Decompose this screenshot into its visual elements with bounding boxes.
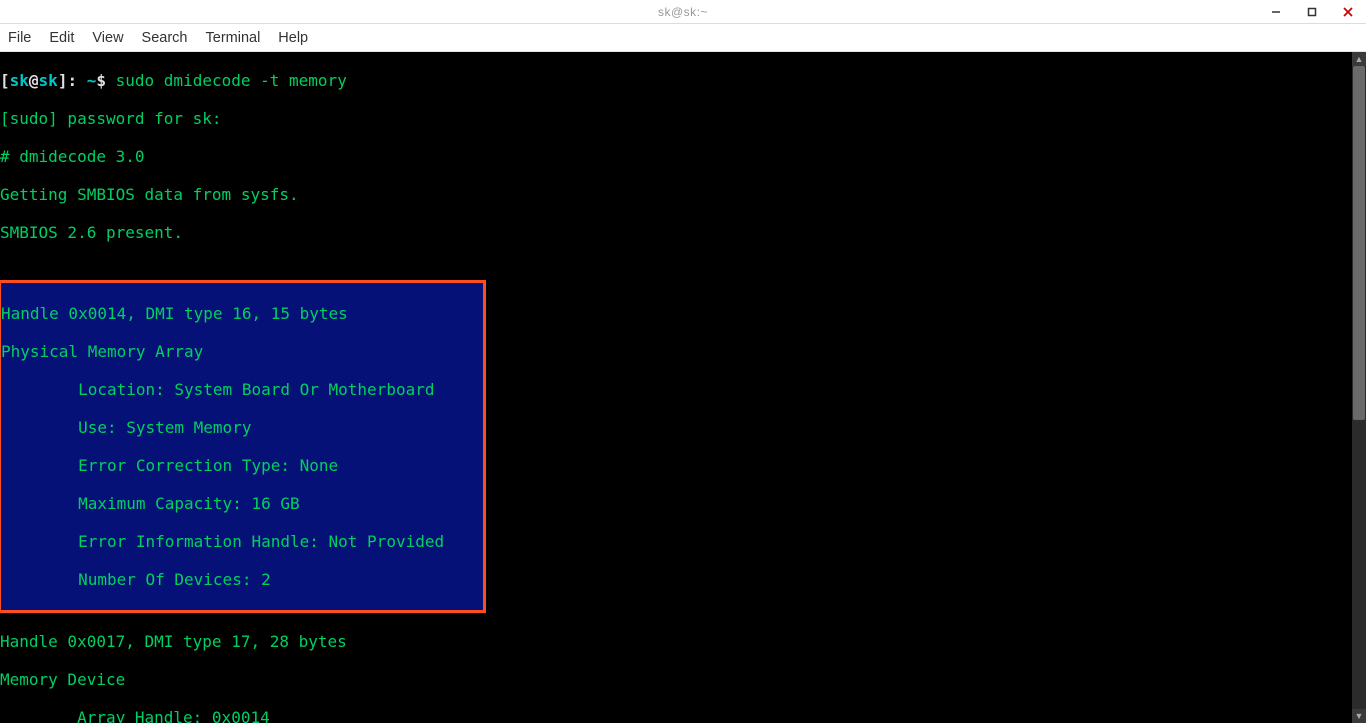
output-line: Maximum Capacity: 16 GB	[1, 494, 481, 513]
output-line: Array Handle: 0x0014	[0, 708, 1352, 723]
terminal-output[interactable]: [sk@sk]: ~$ sudo dmidecode -t memory [su…	[0, 52, 1352, 723]
menu-edit[interactable]: Edit	[49, 30, 74, 46]
scroll-up-icon[interactable]: ▲	[1352, 52, 1366, 66]
highlighted-block: Handle 0x0014, DMI type 16, 15 bytes Phy…	[0, 280, 486, 613]
output-line: Use: System Memory	[1, 418, 481, 437]
menu-terminal[interactable]: Terminal	[206, 30, 261, 46]
output-line: SMBIOS 2.6 present.	[0, 223, 1352, 242]
prompt-command: sudo dmidecode -t memory	[106, 71, 347, 90]
output-line: Location: System Board Or Motherboard	[1, 380, 481, 399]
menu-file[interactable]: File	[8, 30, 31, 46]
output-line: Memory Device	[0, 670, 1352, 689]
scrollbar-thumb[interactable]	[1353, 66, 1365, 420]
menu-search[interactable]: Search	[142, 30, 188, 46]
output-line: Error Correction Type: None	[1, 456, 481, 475]
prompt-path: ~	[87, 71, 97, 90]
maximize-button[interactable]	[1294, 0, 1330, 23]
close-button[interactable]	[1330, 0, 1366, 23]
output-line: Error Information Handle: Not Provided	[1, 532, 481, 551]
output-line: # dmidecode 3.0	[0, 147, 1352, 166]
menu-help[interactable]: Help	[278, 30, 308, 46]
minimize-button[interactable]	[1258, 0, 1294, 23]
window-title: sk@sk:~	[658, 5, 708, 19]
prompt-host: sk	[39, 71, 58, 90]
prompt-line: [sk@sk]: ~$ sudo dmidecode -t memory	[0, 71, 1352, 90]
scroll-down-icon[interactable]: ▼	[1352, 709, 1366, 723]
terminal-wrapper: [sk@sk]: ~$ sudo dmidecode -t memory [su…	[0, 52, 1366, 723]
output-line: Number Of Devices: 2	[1, 570, 481, 589]
output-line: Handle 0x0017, DMI type 17, 28 bytes	[0, 632, 1352, 651]
output-line: Getting SMBIOS data from sysfs.	[0, 185, 1352, 204]
output-line: Physical Memory Array	[1, 342, 481, 361]
scrollbar-track[interactable]	[1352, 66, 1366, 709]
window-titlebar: sk@sk:~	[0, 0, 1366, 24]
scrollbar[interactable]: ▲ ▼	[1352, 52, 1366, 723]
menu-bar: File Edit View Search Terminal Help	[0, 24, 1366, 52]
prompt-user: sk	[10, 71, 29, 90]
menu-view[interactable]: View	[92, 30, 123, 46]
window-controls	[1258, 0, 1366, 23]
prompt-dollar: $	[96, 71, 106, 90]
output-line: Handle 0x0014, DMI type 16, 15 bytes	[1, 304, 481, 323]
output-line: [sudo] password for sk:	[0, 109, 1352, 128]
